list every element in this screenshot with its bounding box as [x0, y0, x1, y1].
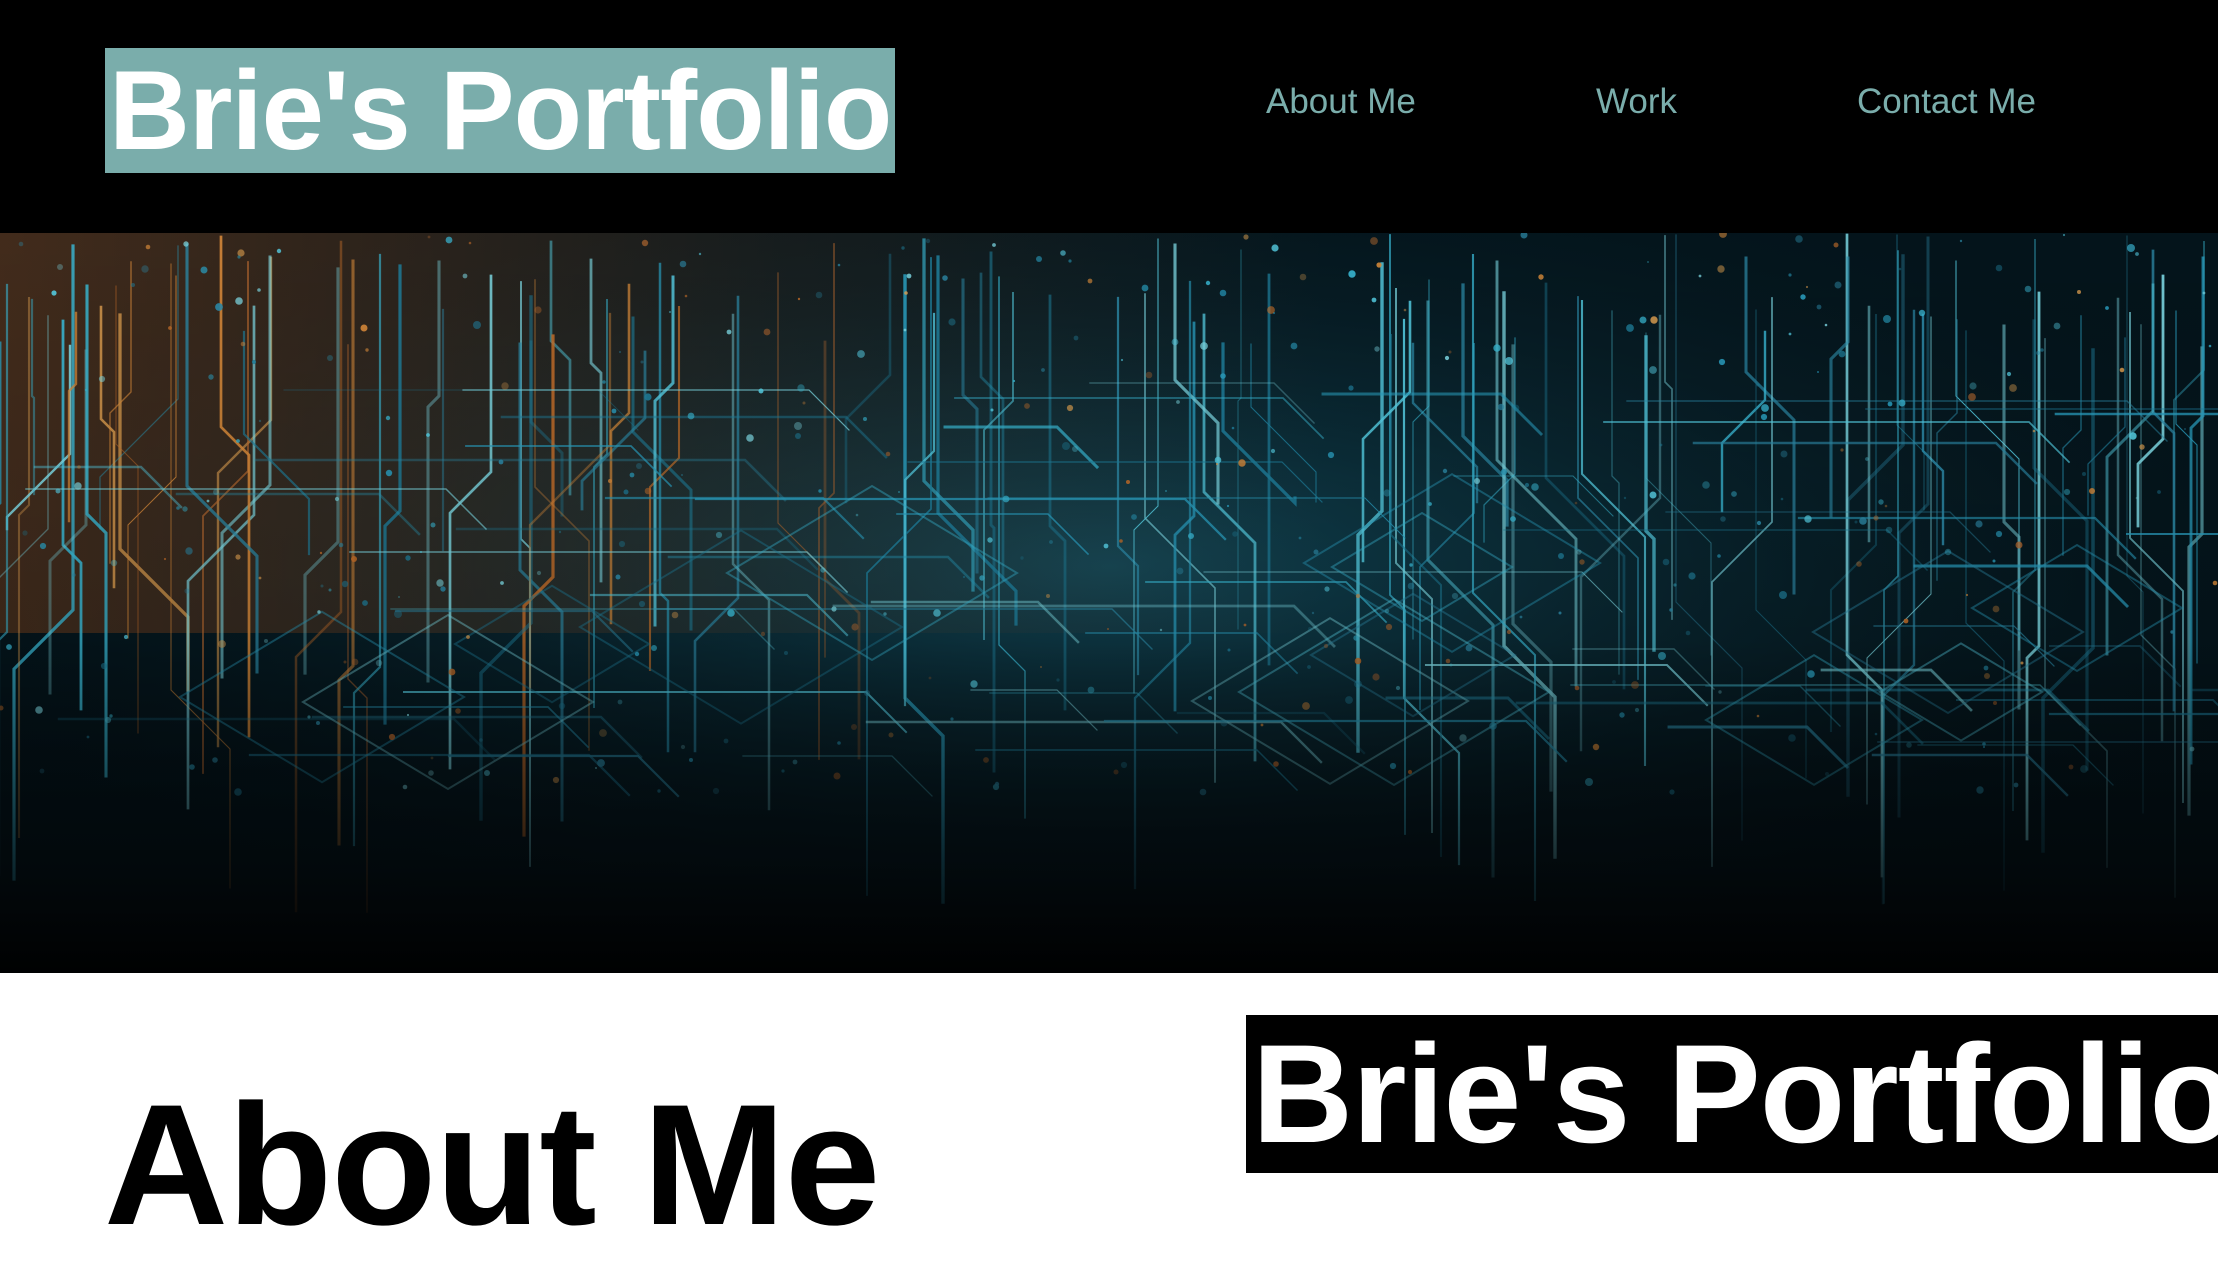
brand-title-dark: Brie's Portfolio — [1246, 1015, 2218, 1173]
nav-link-about[interactable]: About Me — [1266, 78, 1416, 126]
site-header: Brie's Portfolio About Me Work Contact M… — [0, 0, 2218, 233]
nav-link-work[interactable]: Work — [1596, 78, 1677, 126]
main-nav: About Me Work Contact Me — [0, 78, 2218, 126]
hero-banner — [0, 233, 2218, 973]
page: Brie's Portfolio About Me Work Contact M… — [0, 0, 2218, 1277]
about-heading: About Me — [104, 1069, 880, 1261]
circuit-board-image — [0, 233, 2218, 973]
nav-link-contact[interactable]: Contact Me — [1857, 78, 2036, 126]
